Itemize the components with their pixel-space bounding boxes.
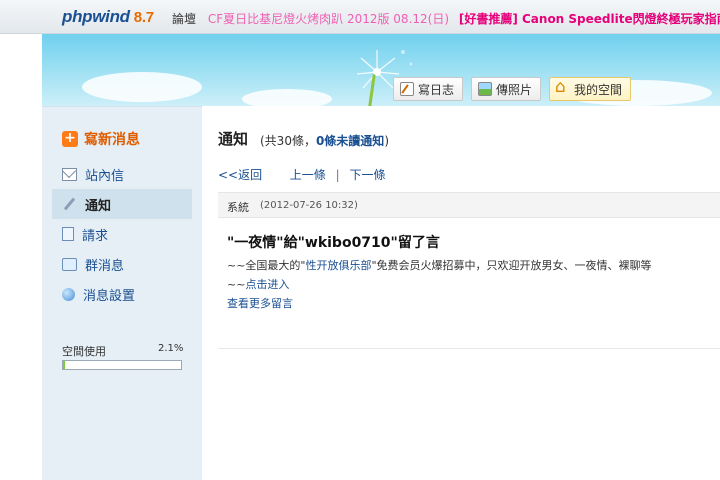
- sidebar-item-inbox[interactable]: 站內信: [52, 159, 192, 189]
- sidebar-item-label: 站內信: [85, 168, 125, 184]
- sidebar-item-label: 通知: [85, 198, 112, 214]
- club-link[interactable]: 性开放俱乐部: [306, 259, 372, 272]
- document-icon: [62, 227, 74, 241]
- next-link[interactable]: 下一條: [350, 168, 386, 182]
- sidebar-item-requests[interactable]: 請求: [52, 219, 192, 249]
- message-body: ~~全国最大的"性开放俱乐部"免费会员火爆招募中，只欢迎开放男女、一夜情、裸聊等…: [227, 256, 717, 313]
- main-content: 通知 (共30條，0條未讀通知) <<返回 上一條 | 下一條 系統 (2012…: [202, 106, 720, 480]
- notification-count: (共30條，0條未讀通知): [260, 132, 389, 149]
- count-suffix: ): [384, 134, 389, 148]
- divider: [218, 348, 720, 349]
- body-text: "免费会员火爆招募中，只欢迎开放男女、一夜情、裸聊等: [371, 259, 652, 272]
- back-link[interactable]: <<返回: [218, 168, 262, 182]
- message-navigation: <<返回 上一條 | 下一條: [218, 166, 386, 183]
- sidebar: + 寫新消息 站內信 通知 請求 群消息 消息設置 空間使用 2.1%: [42, 106, 202, 480]
- header-actions: 寫日志 傳照片 我的空間: [393, 77, 632, 101]
- sidebar-item-label: 消息設置: [83, 288, 136, 304]
- sidebar-item-notifications[interactable]: 通知: [52, 189, 192, 219]
- message-sender: 系統: [227, 201, 249, 214]
- sidebar-menu: 站內信 通知 請求 群消息 消息設置: [52, 159, 192, 309]
- write-diary-button[interactable]: 寫日志: [393, 77, 464, 101]
- home-icon: [555, 77, 570, 97]
- announcement-ticker-2[interactable]: [好書推薦] Canon Speedlite閃燈終極玩家指南: [459, 12, 720, 26]
- chat-icon: [62, 257, 77, 271]
- edit-note-icon: [400, 82, 414, 96]
- view-more-comments-link[interactable]: 查看更多留言: [227, 297, 293, 310]
- click-enter-link[interactable]: 点击进入: [245, 278, 289, 291]
- top-nav: 論壇 CF夏日比基尼燈火烤肉趴 2012版 08.12(日) [好書推薦] Ca…: [172, 10, 720, 27]
- message-line-3: 查看更多留言: [227, 294, 717, 313]
- message-header: 系統 (2012-07-26 10:32): [218, 192, 720, 218]
- upload-photo-label: 傳照片: [496, 82, 533, 97]
- sidebar-item-message-settings[interactable]: 消息設置: [52, 279, 192, 309]
- count-prefix: (共30條，: [260, 134, 316, 148]
- plus-icon: +: [62, 131, 78, 147]
- write-new-message-label: 寫新消息: [84, 132, 140, 148]
- previous-link[interactable]: 上一條: [290, 168, 326, 182]
- write-new-message-button[interactable]: + 寫新消息: [62, 129, 140, 149]
- message-line-1: ~~全国最大的"性开放俱乐部"免费会员火爆招募中，只欢迎开放男女、一夜情、裸聊等: [227, 256, 717, 275]
- unread-count: 0條未讀通知: [315, 134, 385, 148]
- body-text: ~~: [227, 278, 246, 291]
- mail-icon: [62, 167, 77, 181]
- logo-version: 8.7: [133, 9, 154, 26]
- body-text: ~~全国最大的": [227, 259, 306, 272]
- globe-icon: [62, 287, 75, 301]
- message-line-2: ~~点击进入: [227, 275, 717, 294]
- cloud-decoration: [82, 72, 202, 102]
- space-usage-bar: [62, 360, 182, 370]
- phpwind-logo[interactable]: phpwind 8.7: [62, 7, 154, 27]
- space-usage-fill: [63, 361, 66, 369]
- sidebar-item-group-messages[interactable]: 群消息: [52, 249, 192, 279]
- nav-separator: |: [335, 168, 340, 182]
- sidebar-item-label: 請求: [82, 228, 109, 244]
- space-usage-percent: 2.1%: [158, 343, 184, 354]
- space-usage-label: 空間使用: [62, 345, 106, 358]
- upload-photo-button[interactable]: 傳照片: [471, 77, 542, 101]
- sidebar-item-label: 群消息: [85, 258, 125, 274]
- announcement-ticker-1[interactable]: CF夏日比基尼燈火烤肉趴 2012版 08.12(日): [208, 12, 449, 26]
- my-space-label: 我的空間: [574, 82, 623, 97]
- page-title: 通知: [218, 130, 249, 148]
- write-diary-label: 寫日志: [418, 82, 455, 97]
- photo-icon: [478, 82, 493, 96]
- message-timestamp: (2012-07-26 10:32): [260, 200, 358, 211]
- pencil-icon: [62, 198, 77, 211]
- my-space-button[interactable]: 我的空間: [549, 77, 632, 101]
- top-bar: phpwind 8.7 論壇 CF夏日比基尼燈火烤肉趴 2012版 08.12(日…: [0, 0, 720, 34]
- message-title: "一夜情"給"wkibo0710"留了言: [227, 235, 440, 251]
- forum-link[interactable]: 論壇: [172, 12, 196, 26]
- logo-brand: phpwind: [62, 7, 130, 26]
- cloud-decoration: [242, 89, 332, 106]
